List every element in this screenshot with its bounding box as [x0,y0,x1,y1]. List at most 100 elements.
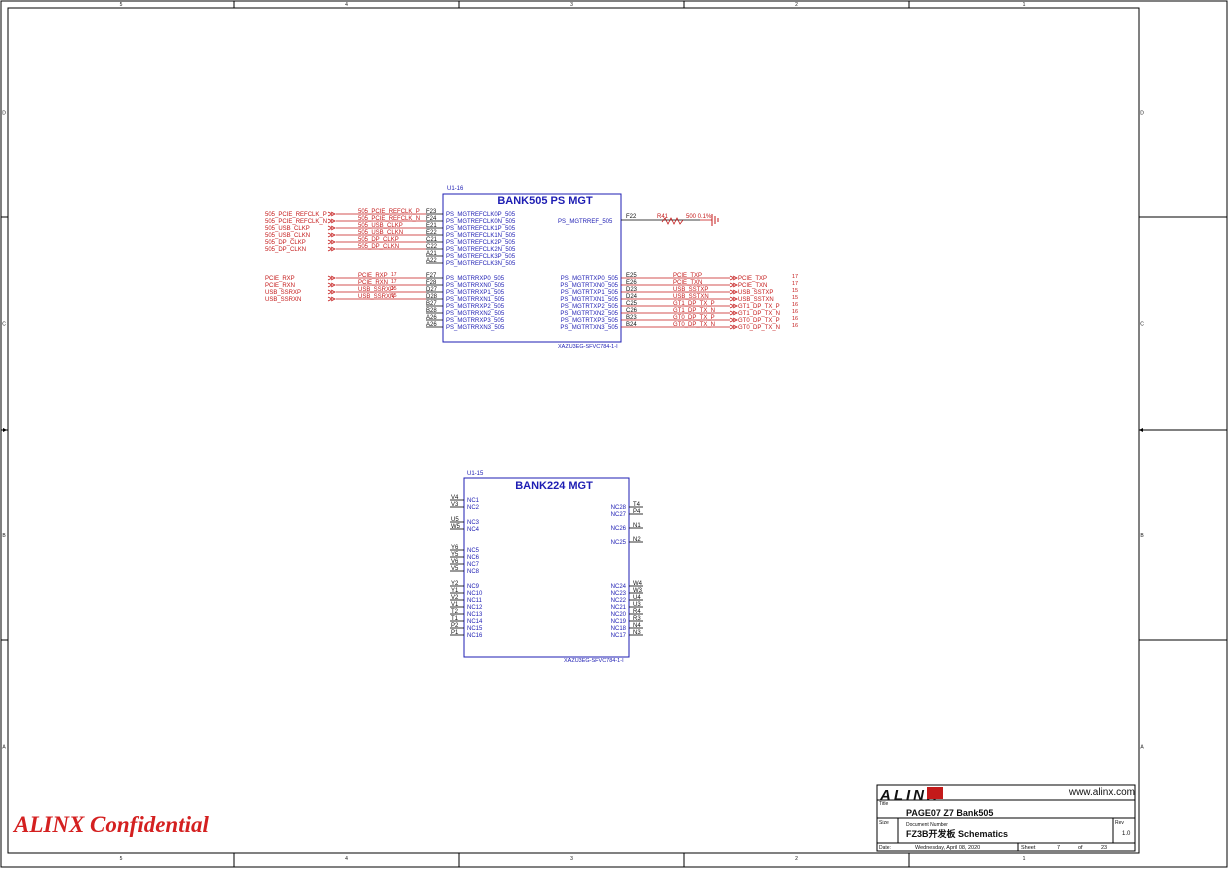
net-label: 505_PCIE_REFCLK_P [358,209,420,215]
pin-name: PS_MGTRREF_505 [558,219,613,225]
pin-number: R3 [633,616,641,622]
pin-number: W4 [633,581,643,587]
port-label: USB_SSRXP [265,290,301,296]
net-label: GT1_DP_TX_P [673,301,715,307]
pin-number: V4 [451,495,459,501]
pin-name: PS_MGTRTXN0_505 [560,283,618,289]
pin-number: R4 [633,609,641,615]
pin-name: PS_MGTREFCLK3P_505 [446,254,516,260]
net-label: USB_SSTXN [673,294,709,300]
port-arrow [327,246,336,252]
pin-number: B27 [426,301,437,307]
pin-name: NC21 [611,605,627,611]
net-label: 505_DP_CLKN [358,244,399,250]
pin-number: V6 [451,559,459,565]
pin-name: PS_MGTREFCLK1N_505 [446,233,516,239]
docnum-label: Document Number [906,822,948,828]
port-arrow [327,275,336,281]
port-label: 505_PCIE_REFCLK_N [265,219,327,225]
frame-row-label: D [2,111,6,117]
net-label: PCIE_RXP [358,273,388,279]
pin-number: E25 [626,273,637,279]
pin-number: D24 [626,294,638,300]
document-number: FZ3B开发板 Schematics [906,828,1008,839]
pin-name: NC3 [467,520,480,526]
port-label: GT0_DP_TX_N [738,325,780,331]
port-arrow [327,282,336,288]
revision: 1.0 [1122,831,1131,837]
pin-number: D23 [626,287,638,293]
pin-name: PS_MGTRRXN1_505 [446,297,505,303]
pin-number: C22 [426,244,438,250]
port-label: PCIE_RXP [265,276,295,282]
sheet-label: Sheet [1021,845,1036,851]
of-label: of [1078,845,1083,851]
frame-row-label: C [2,322,6,328]
frame-row-label: B [2,533,6,539]
pin-number: U3 [633,602,641,608]
frame-col-label: 3 [570,2,573,8]
pin-number: V3 [451,502,459,508]
pin-number: A22 [426,258,437,264]
port-arrow [327,296,336,302]
pin-number: F27 [426,273,437,279]
net-label: 505_DP_CLKP [358,237,399,243]
pin-name: PS_MGTRRXP0_505 [446,276,505,282]
frame-col-label: 1 [1023,2,1026,8]
website: www.alinx.com [1068,787,1135,798]
port-arrow [729,282,738,288]
port-label: PCIE_TXP [738,276,767,282]
pin-name: NC19 [611,619,627,625]
pin-name: NC20 [611,612,627,618]
port-arrow [327,232,336,238]
pin-number: V2 [451,595,459,601]
bank224-part: XAZU3EG-SFVC784-1-I [564,658,624,664]
pin-name: PS_MGTRTXN1_505 [560,297,618,303]
pin-name: PS_MGTREFCLK2N_505 [446,247,516,253]
pin-name: NC14 [467,619,483,625]
frame-row-label: A [1140,745,1144,751]
pin-number: W3 [633,588,643,594]
net-label: PCIE_RXN [358,280,388,286]
port-label: GT0_DP_TX_P [738,318,780,324]
pin-number: E21 [426,223,437,229]
pin-name: PS_MGTRRXN3_505 [446,325,505,331]
frame-col-label: 1 [1023,856,1026,862]
port-label: 505_USB_CLKP [265,226,310,232]
pin-number: Y5 [451,552,459,558]
pin-number: B28 [426,308,437,314]
resistor-ref: R41 [657,214,669,220]
pin-name: PS_MGTRTXN3_505 [560,325,618,331]
size-label: Size [879,820,889,826]
frame-col-label: 5 [120,856,123,862]
date-label: Date: [879,845,891,851]
sheet-number: 7 [1057,845,1060,851]
pin-number: C25 [626,301,638,307]
port-label: GT1_DP_TX_P [738,304,780,310]
port-label: 505_DP_CLKP [265,240,306,246]
pin-number: F28 [426,280,437,286]
bank505-title: BANK505 PS MGT [497,195,593,207]
pin-name: PS_MGTRTXP3_505 [561,318,619,324]
net-label: GT0_DP_TX_P [673,315,715,321]
pin-number: Y1 [451,588,459,594]
port-label: USB_SSTXP [738,290,773,296]
pin-number: N3 [633,630,641,636]
pin-number: C26 [626,308,638,314]
page-ref: 17 [391,272,397,278]
net-label: PCIE_TXN [673,280,702,286]
page-ref: 16 [792,309,798,315]
logo-accent [927,787,943,799]
port-label: GT1_DP_TX_N [738,311,780,317]
net-label: GT1_DP_TX_N [673,308,715,314]
bank505-part: XAZU3EG-SFVC784-1-I [558,344,618,350]
page-ref: 16 [792,302,798,308]
pin-name: NC23 [611,591,627,597]
page-ref: 17 [792,281,798,287]
port-arrow [729,303,738,309]
port-arrow [327,211,336,217]
frame-col-label: 2 [795,856,798,862]
frame-row-label: D [1140,111,1144,117]
page-ref: 15 [792,295,798,301]
pin-name: NC10 [467,591,483,597]
